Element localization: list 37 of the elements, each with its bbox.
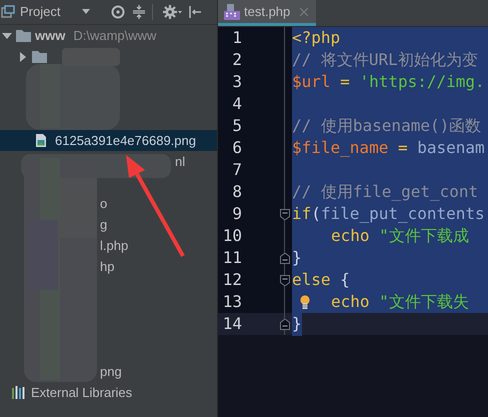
line-number: 8 [231, 181, 242, 203]
code-line: echo "文件下载失 [331, 291, 469, 313]
line-number: 4 [231, 93, 242, 115]
code-line: // 使用file_get_cont [292, 181, 478, 203]
code-line: // 将文件URL初始化为变 [292, 49, 478, 71]
code-line: if(file_put_contents [292, 203, 485, 225]
line-number: 5 [231, 115, 242, 137]
line-number: 1 [231, 27, 242, 49]
file-name[interactable]: g [100, 214, 108, 234]
line-number: 7 [231, 159, 242, 181]
folder-name[interactable]: www [35, 26, 66, 46]
file-name[interactable]: l.php [100, 236, 128, 256]
file-name[interactable]: nl [175, 152, 186, 172]
code-line: // 使用basename()函数 [292, 115, 482, 137]
editor-tab[interactable]: test.php [218, 0, 316, 26]
file-name[interactable]: png [100, 362, 122, 382]
file-name[interactable]: 6125a391e4e76689.png [55, 130, 196, 150]
code-line: <?php [292, 27, 340, 49]
line-number: 13 [222, 291, 242, 313]
line-number: 3 [231, 71, 242, 93]
line-number: 6 [231, 137, 242, 159]
line-number: 12 [222, 269, 242, 291]
folder-path: D:\wamp\www [73, 26, 156, 45]
line-number: 2 [231, 49, 242, 71]
code-line: echo "文件下载成 [331, 225, 469, 247]
tree-item-label[interactable]: External Libraries [31, 382, 132, 402]
file-name[interactable]: o [100, 194, 108, 214]
code-line: } [292, 247, 302, 269]
code-line: else { [292, 269, 350, 291]
line-number: 9 [231, 203, 242, 225]
panel-title[interactable]: Project [20, 2, 60, 22]
line-number: 14 [222, 313, 242, 335]
line-number: 10 [222, 225, 242, 247]
line-number: 11 [222, 247, 242, 269]
code-line: $url = 'https://img. [292, 71, 485, 93]
code-line: $file_name = basenam [292, 137, 485, 159]
file-name[interactable]: hp [100, 256, 114, 276]
